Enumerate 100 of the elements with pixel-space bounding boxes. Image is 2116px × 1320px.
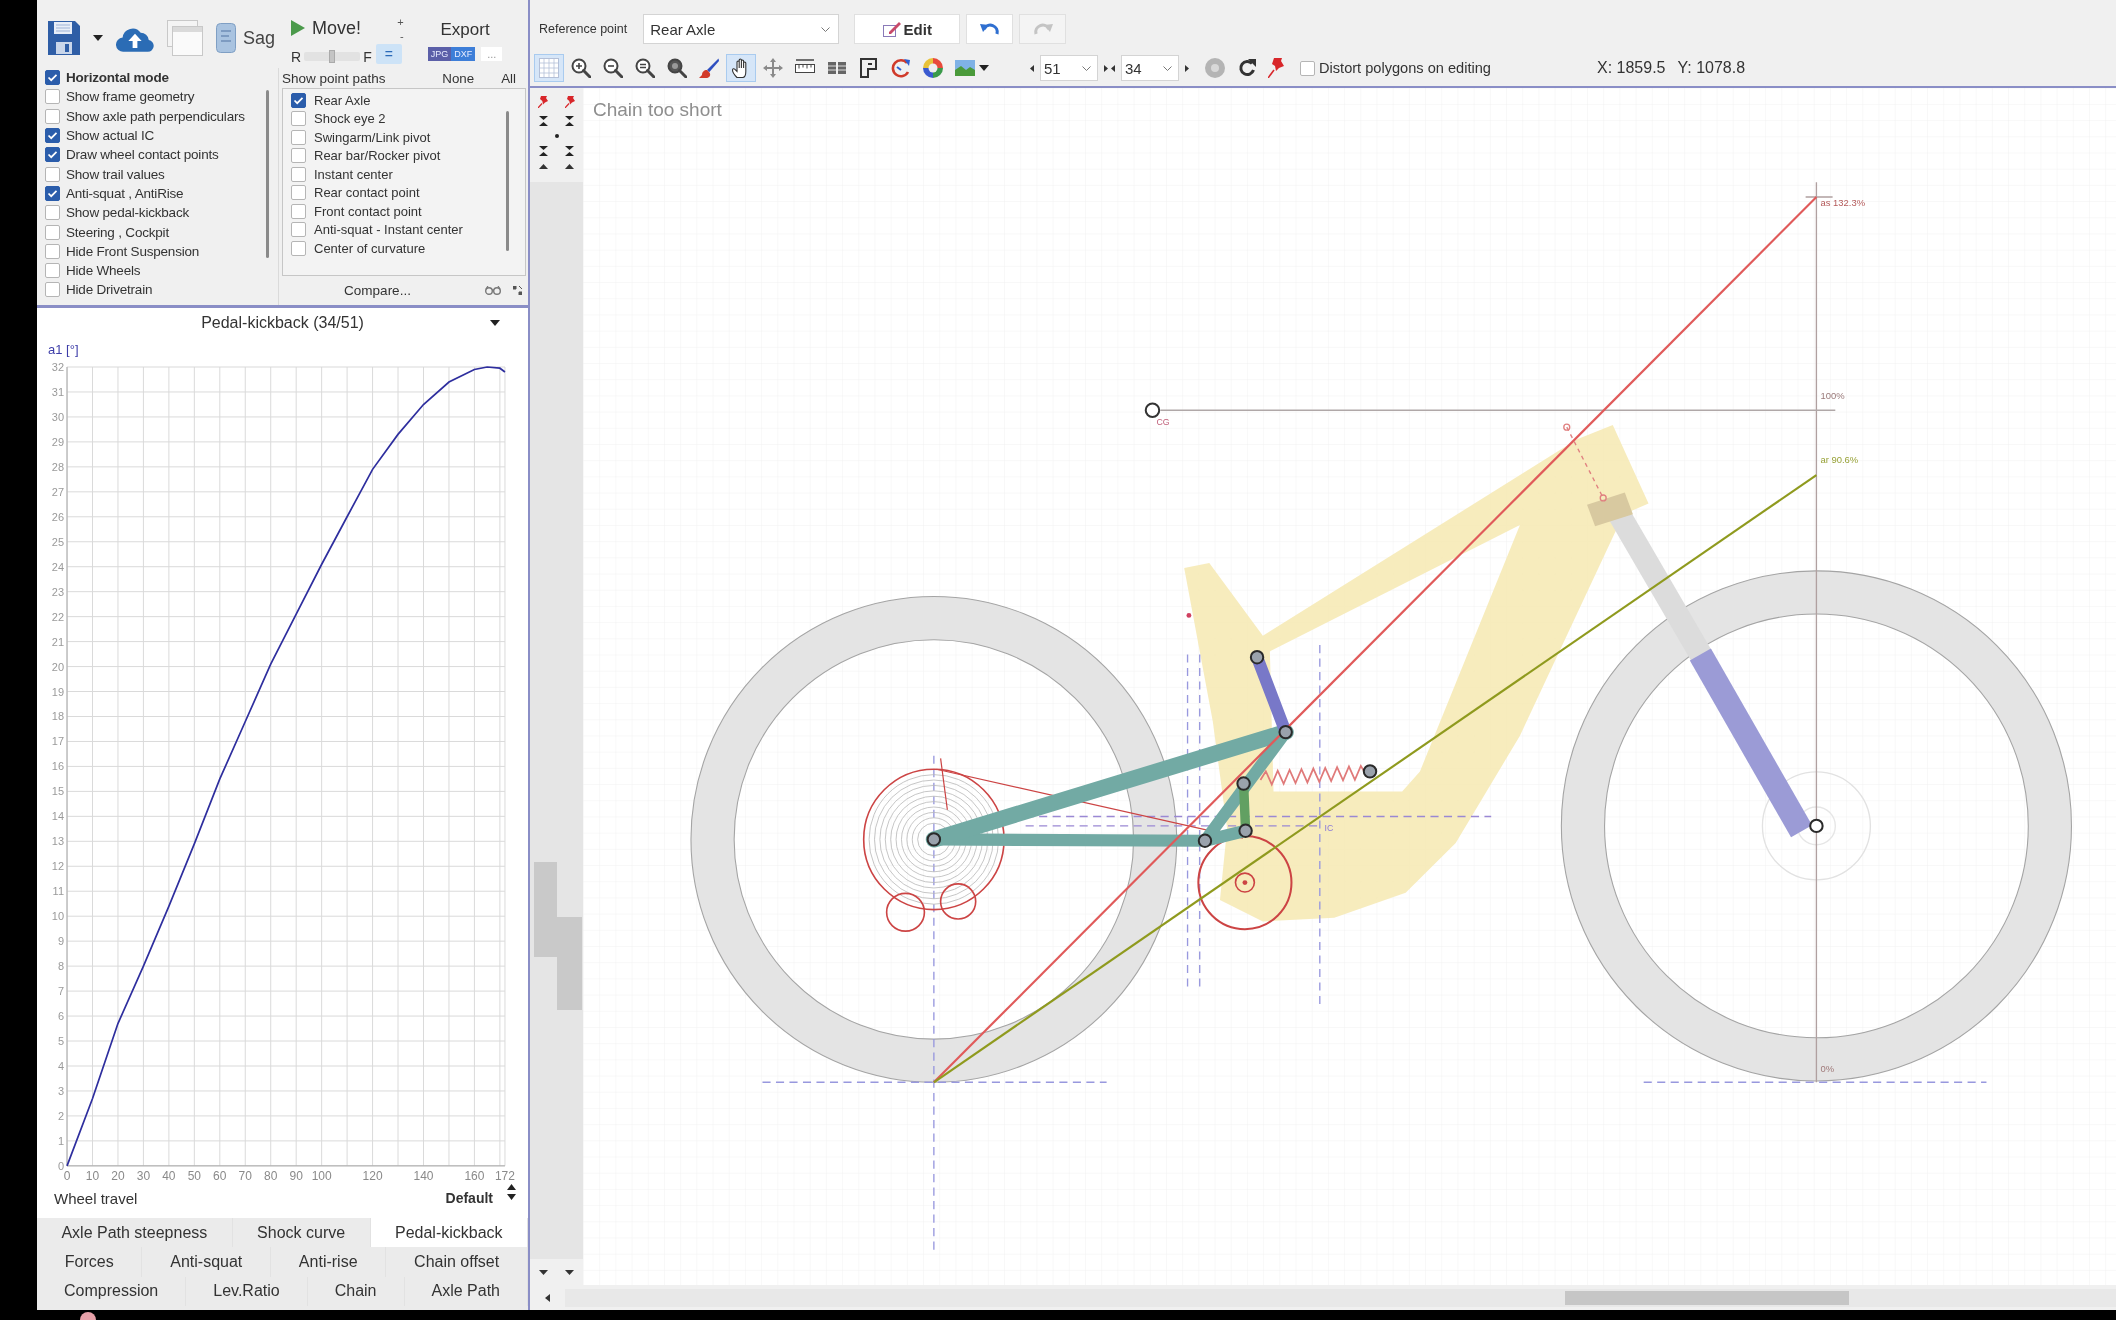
scroll-left-icon[interactable] — [545, 1293, 550, 1302]
preset-label[interactable]: Default — [445, 1189, 493, 1206]
pivot-point[interactable] — [1278, 724, 1293, 740]
sag-button[interactable]: Sag — [216, 23, 276, 53]
chart-tab[interactable]: Axle Path — [404, 1276, 529, 1306]
option-label[interactable]: Steering , Cockpit — [66, 224, 169, 240]
converging-arrows-icon[interactable] — [565, 146, 575, 156]
pushpin-icon[interactable] — [538, 96, 549, 108]
list-item-label[interactable]: Shock eye 2 — [314, 111, 386, 127]
option-label[interactable]: Hide Wheels — [66, 263, 141, 279]
number-spinner[interactable]: 34 — [1121, 55, 1179, 81]
chart-tab[interactable]: Chain — [307, 1276, 405, 1306]
option-label[interactable]: Show frame geometry — [66, 89, 195, 105]
step-right-icon[interactable] — [1185, 64, 1189, 72]
none-link[interactable]: None — [442, 70, 475, 86]
dropdown-caret-icon[interactable] — [93, 35, 103, 41]
compare-button[interactable]: Compare... — [282, 280, 473, 301]
checkbox[interactable] — [45, 263, 60, 279]
option-label[interactable]: Anti-squat , AntiRise — [66, 185, 184, 201]
pivot-point[interactable] — [1249, 650, 1265, 665]
slider-thumb[interactable] — [329, 50, 336, 63]
chart-tab[interactable]: Pedal-kickback — [370, 1217, 528, 1248]
caret-up-icon[interactable] — [565, 164, 575, 169]
chart-tab[interactable]: Lev.Ratio — [186, 1276, 308, 1306]
hand-tool-button[interactable] — [726, 54, 756, 82]
checkbox[interactable] — [45, 243, 60, 259]
caret-down-icon[interactable] — [565, 1269, 575, 1275]
save-icon[interactable] — [48, 21, 80, 55]
number-spinner[interactable]: 51 — [1040, 55, 1098, 81]
step-down-button[interactable]: - — [400, 30, 406, 42]
scroll-thumb[interactable] — [266, 90, 269, 258]
axle-point[interactable] — [1809, 818, 1824, 834]
list-item-label[interactable]: Rear bar/Rocker pivot — [314, 148, 441, 164]
checkbox[interactable] — [45, 185, 60, 201]
checkbox[interactable] — [45, 224, 60, 240]
checkbox[interactable] — [45, 89, 60, 105]
chart-tab[interactable]: Shock curve — [232, 1217, 371, 1248]
up-down-arrows-icon[interactable] — [507, 1183, 516, 1200]
resize-grip-icon[interactable] — [513, 286, 522, 295]
pushpin-icon[interactable] — [1268, 58, 1284, 78]
list-item-label[interactable]: Center of curvature — [314, 240, 426, 256]
checkbox[interactable] — [45, 166, 60, 182]
scroll-thumb[interactable] — [534, 862, 557, 957]
step-left-icon[interactable] — [1111, 64, 1115, 72]
grid-toggle[interactable] — [534, 54, 564, 82]
option-label[interactable]: Show axle path perpendiculars — [66, 108, 245, 124]
format-button[interactable]: JPG — [427, 46, 452, 61]
list-item-label[interactable]: Anti-squat - Instant center — [314, 222, 463, 238]
reference-point-dropdown[interactable]: Rear Axle — [643, 14, 840, 44]
scroll-thumb[interactable] — [557, 917, 582, 1010]
option-label[interactable]: Hide Drivetrain — [66, 282, 153, 298]
equal-button[interactable]: = — [375, 44, 402, 64]
converging-arrows-icon[interactable] — [538, 116, 548, 126]
step-right-icon[interactable] — [1104, 64, 1108, 72]
checkbox[interactable] — [291, 166, 306, 182]
caret-down-icon[interactable] — [538, 1269, 548, 1275]
list-item-label[interactable]: Instant center — [314, 166, 393, 182]
checkbox[interactable] — [291, 185, 306, 201]
caret-up-icon[interactable] — [538, 164, 548, 169]
edit-button[interactable]: Edit — [854, 14, 961, 44]
dropdown-caret-icon[interactable] — [490, 320, 500, 326]
pivot-point[interactable] — [1197, 833, 1213, 848]
scroll-thumb[interactable] — [506, 111, 509, 251]
pushpin-icon[interactable] — [564, 96, 575, 108]
step-left-icon[interactable] — [1030, 64, 1034, 72]
chart-tab[interactable]: Chain offset — [386, 1247, 528, 1277]
rotate-icon[interactable] — [1238, 59, 1256, 77]
dot-icon[interactable] — [554, 134, 559, 138]
move-button[interactable]: Move! — [291, 17, 372, 39]
chart-tab[interactable]: Axle Path steepness — [37, 1217, 233, 1248]
list-item-label[interactable]: Rear contact point — [314, 185, 420, 201]
option-label[interactable]: Show trail values — [66, 166, 165, 182]
slider-track[interactable] — [304, 52, 361, 61]
pivot-point[interactable] — [1236, 776, 1251, 791]
checkbox[interactable] — [291, 240, 306, 256]
scroll-thumb[interactable] — [1565, 1290, 1849, 1305]
format-button[interactable]: DXF — [451, 46, 476, 61]
checkbox-label[interactable]: Distort polygons on editing — [1319, 60, 1491, 76]
list-item-label[interactable]: Rear Axle — [314, 92, 371, 108]
checkbox[interactable] — [45, 282, 60, 298]
glasses-icon[interactable] — [485, 286, 501, 295]
pivot-point[interactable] — [1238, 823, 1253, 838]
checkbox[interactable] — [291, 129, 306, 145]
option-label[interactable]: Draw wheel contact points — [66, 147, 219, 163]
checkbox[interactable] — [291, 148, 306, 164]
axle-point[interactable] — [926, 832, 942, 847]
checkbox[interactable] — [45, 147, 60, 163]
checkbox[interactable] — [45, 205, 60, 221]
checkbox[interactable] — [291, 92, 306, 108]
all-link[interactable]: All — [501, 70, 516, 86]
undo-button[interactable] — [966, 14, 1014, 44]
checkbox[interactable] — [291, 203, 306, 219]
chart-tab[interactable]: Anti-squat — [142, 1247, 272, 1277]
checkbox[interactable] — [1300, 60, 1315, 76]
checkbox[interactable] — [291, 111, 306, 127]
checkbox[interactable] — [45, 70, 60, 86]
converging-arrows-icon[interactable] — [565, 116, 575, 126]
option-label[interactable]: Show actual IC — [66, 128, 154, 144]
checkbox[interactable] — [291, 222, 306, 238]
list-item-label[interactable]: Front contact point — [314, 203, 422, 219]
